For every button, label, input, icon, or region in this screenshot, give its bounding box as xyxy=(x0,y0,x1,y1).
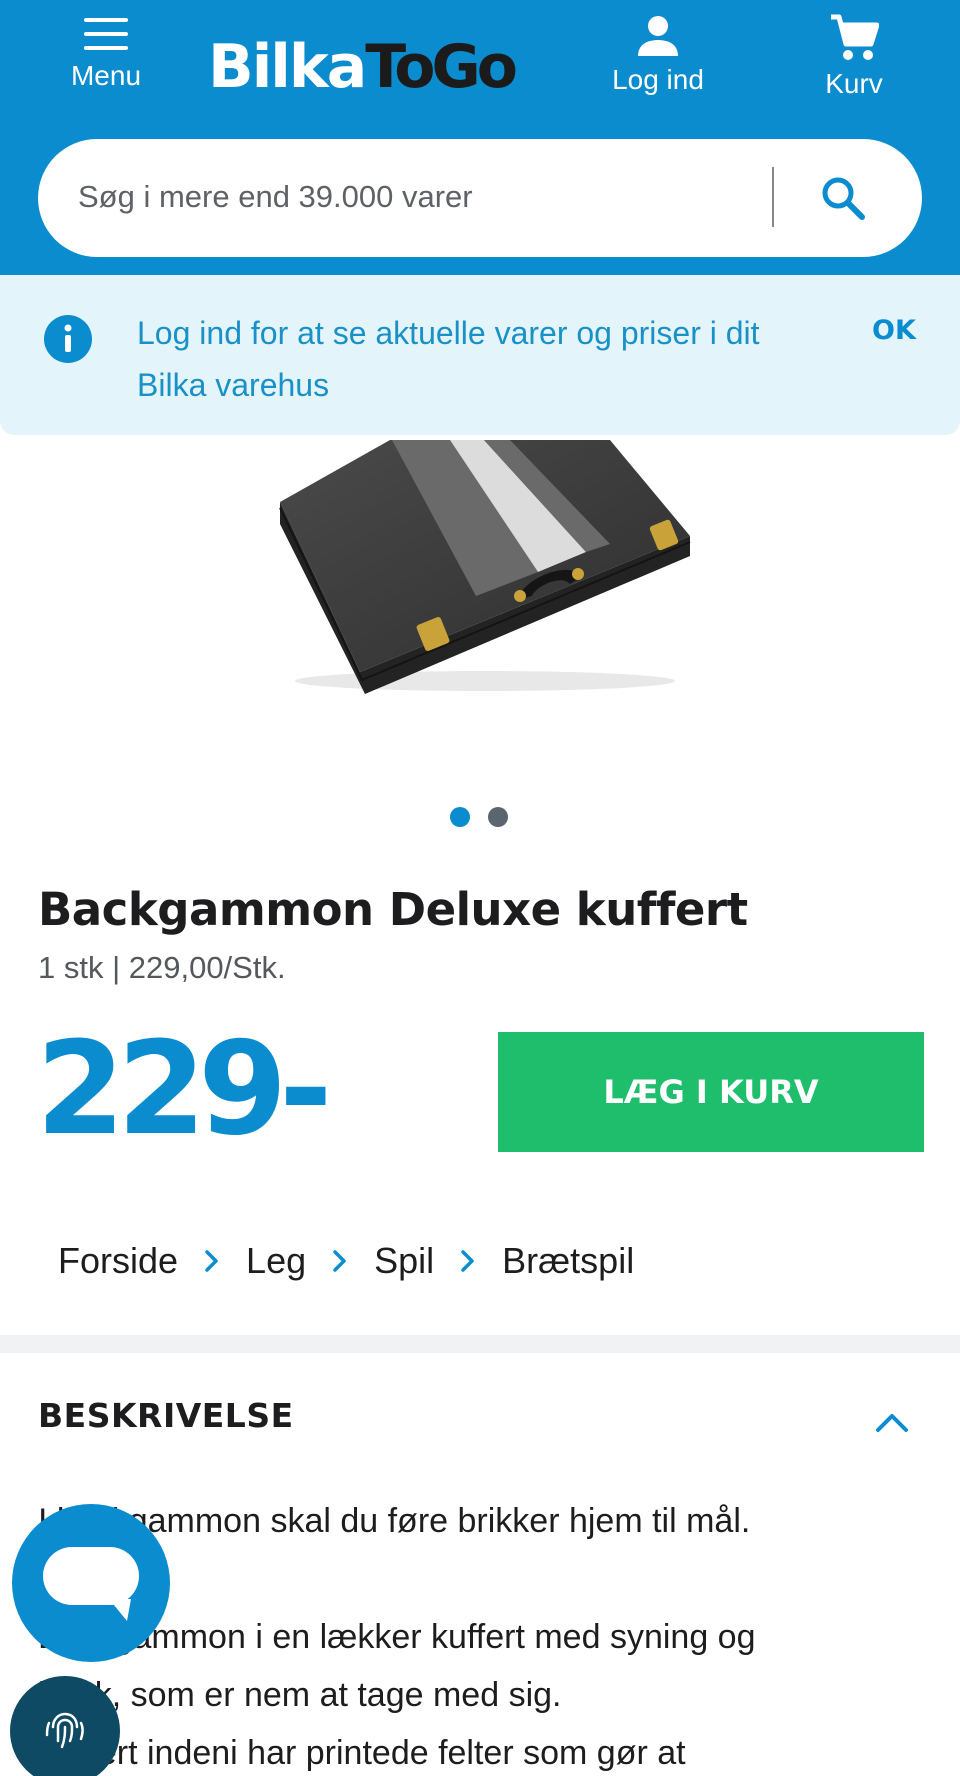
hamburger-icon xyxy=(84,18,128,50)
breadcrumb-item-leg[interactable]: Leg xyxy=(246,1240,306,1282)
user-icon xyxy=(638,16,678,56)
description-line: Backgammon i en lækker kuffert med synin… xyxy=(38,1618,756,1656)
logo-text-bilka: Bilka xyxy=(208,32,367,102)
product-image[interactable] xyxy=(270,436,710,706)
product-title: Backgammon Deluxe kuffert xyxy=(38,883,748,936)
cart-label: Kurv xyxy=(825,68,883,99)
breadcrumb-item-braetspil[interactable]: Brætspil xyxy=(502,1240,634,1282)
menu-button[interactable]: Menu xyxy=(62,14,150,92)
breadcrumb-item-spil[interactable]: Spil xyxy=(374,1240,434,1282)
logo-text-togo: ToGo xyxy=(365,32,518,102)
search-icon xyxy=(822,177,865,220)
bilkatogo-logo[interactable]: Bilka ToGo xyxy=(208,32,518,102)
cart-icon xyxy=(831,14,879,60)
chevron-right-icon xyxy=(332,1249,348,1273)
menu-label: Menu xyxy=(70,60,142,91)
chat-bubble-icon xyxy=(43,1547,139,1621)
info-icon xyxy=(44,315,92,363)
add-to-cart-button[interactable]: LÆG I KURV xyxy=(498,1032,924,1152)
search-bar xyxy=(38,139,922,257)
login-button[interactable]: Log ind xyxy=(600,14,716,96)
chat-button[interactable] xyxy=(12,1504,170,1662)
section-divider xyxy=(0,1335,960,1353)
chevron-right-icon xyxy=(204,1249,220,1273)
breadcrumb: Forside Leg Spil Brætspil xyxy=(58,1240,660,1282)
product-price: 229- xyxy=(36,1015,332,1165)
search-input[interactable] xyxy=(78,169,778,225)
notice-ok-button[interactable]: OK xyxy=(872,315,916,346)
breadcrumb-item-forside[interactable]: Forside xyxy=(58,1240,178,1282)
chevron-up-icon[interactable] xyxy=(872,1404,912,1440)
description-line: I backgammon skal du føre brikker hjem t… xyxy=(38,1502,751,1540)
product-unit-price: 1 stk | 229,00/Stk. xyxy=(38,950,286,985)
fingerprint-icon xyxy=(45,1712,84,1749)
notice-text: Log ind for at se aktuelle varer og pris… xyxy=(137,315,760,403)
cart-button[interactable]: Kurv xyxy=(808,14,900,100)
description-heading[interactable]: BESKRIVELSE xyxy=(38,1396,294,1435)
description-line: Kuffert indeni har printede felter som g… xyxy=(38,1734,686,1772)
fingerprint-button[interactable] xyxy=(10,1676,120,1776)
top-header: Menu Bilka ToGo Log ind Kurv xyxy=(0,0,960,275)
carousel-dots xyxy=(450,807,508,827)
search-button[interactable] xyxy=(808,163,878,233)
description-text: I backgammon skal du føre brikker hjem t… xyxy=(38,1492,918,1776)
price-value: 229 xyxy=(36,1015,287,1164)
login-notice: Log ind for at se aktuelle varer og pris… xyxy=(0,275,960,435)
description-gap xyxy=(38,1550,918,1608)
search-divider xyxy=(772,167,774,227)
chevron-right-icon xyxy=(460,1249,476,1273)
carousel-dot-2[interactable] xyxy=(488,807,508,827)
description-line: hank, som er nem at tage med sig. xyxy=(38,1676,562,1714)
login-label: Log ind xyxy=(612,64,704,95)
price-suffix: - xyxy=(279,1015,333,1164)
carousel-dot-1[interactable] xyxy=(450,807,470,827)
